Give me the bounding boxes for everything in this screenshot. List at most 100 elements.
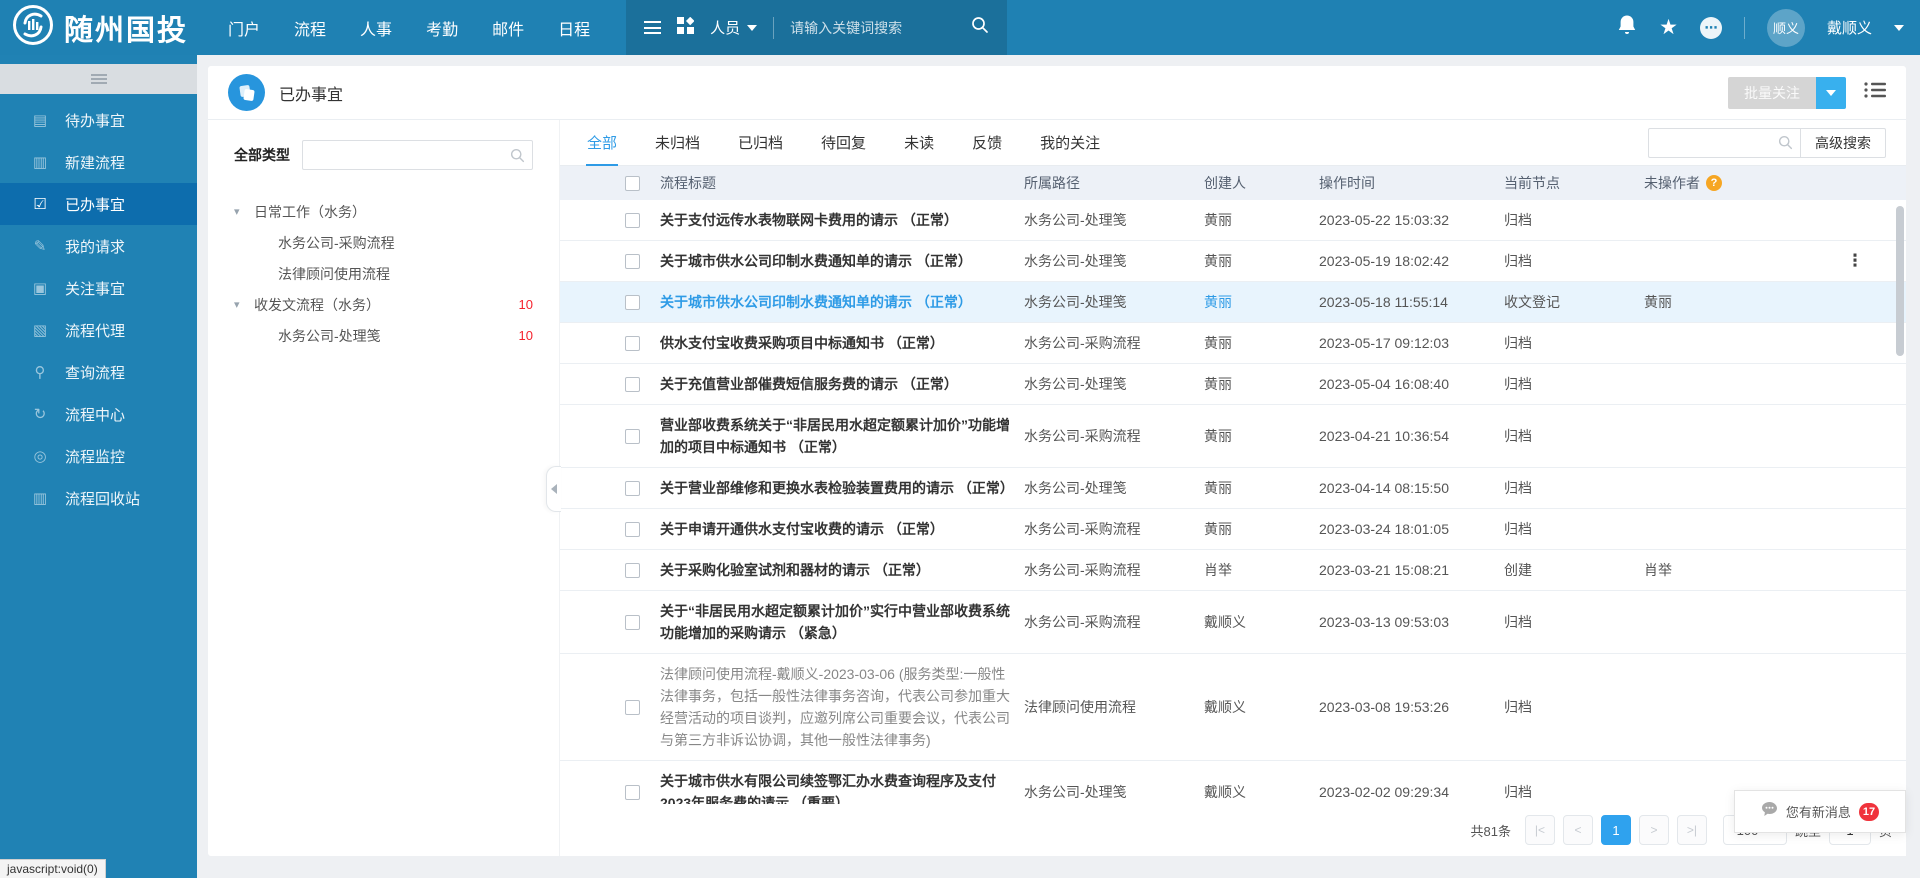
row-title[interactable]: 关于营业部维修和更换水表检验装置费用的请示 （正常） <box>660 477 1024 499</box>
row-title[interactable]: 关于申请开通供水支付宝收费的请示 （正常） <box>660 518 1024 540</box>
row-checkbox[interactable] <box>625 785 640 800</box>
type-filter-input[interactable] <box>303 148 510 163</box>
row-title[interactable]: 关于支付远传水表物联网卡费用的请示 （正常） <box>660 209 1024 231</box>
global-search-input[interactable] <box>790 20 955 36</box>
table-row[interactable]: 关于支付远传水表物联网卡费用的请示 （正常） 水务公司-处理笺 黄丽 2023-… <box>560 200 1906 241</box>
tree-caret-icon[interactable]: ▾ <box>234 298 254 311</box>
sidebar-item-new-workflow[interactable]: ▥新建流程 <box>0 141 197 183</box>
prev-page-button[interactable]: < <box>1563 815 1593 845</box>
tree-group-daily-work[interactable]: ▾ 日常工作（水务） <box>234 196 533 227</box>
search-scope-dropdown[interactable]: 人员 <box>710 17 757 38</box>
tab-my-follow[interactable]: 我的关注 <box>1039 120 1101 165</box>
sidebar-item-done[interactable]: ☑已办事宜 <box>0 183 197 225</box>
row-checkbox[interactable] <box>625 336 640 351</box>
row-checkbox[interactable] <box>625 429 640 444</box>
new-message-toast[interactable]: 您有新消息 17 <box>1734 790 1906 833</box>
sidebar-item-followed[interactable]: ▣关注事宜 <box>0 267 197 309</box>
help-question-icon[interactable]: ? <box>1706 175 1722 191</box>
table-row[interactable]: 关于申请开通供水支付宝收费的请示 （正常） 水务公司-采购流程 黄丽 2023-… <box>560 509 1906 550</box>
sidebar-item-workflow-recycle[interactable]: ▥流程回收站 <box>0 477 197 519</box>
table-row[interactable]: 关于“非居民用水超定额累计加价”实行中营业部收费系统功能增加的采购请示 （紧急）… <box>560 591 1906 654</box>
row-time: 2023-05-22 15:03:32 <box>1319 209 1504 231</box>
more-options-icon[interactable]: ⋯ <box>1700 17 1722 39</box>
table-row[interactable]: 关于城市供水公司印制水费通知单的请示 （正常） 水务公司-处理笺 黄丽 2023… <box>560 241 1906 282</box>
nav-workflow[interactable]: 流程 <box>294 16 326 40</box>
batch-follow-dropdown[interactable] <box>1816 77 1846 109</box>
list-view-icon[interactable] <box>1864 81 1886 104</box>
tab-archived[interactable]: 已归档 <box>737 120 784 165</box>
first-page-button[interactable]: |< <box>1525 815 1555 845</box>
list-search-input[interactable] <box>1649 135 1778 150</box>
avatar[interactable]: 顺义 <box>1767 9 1805 47</box>
tree-item-legal-counsel[interactable]: 法律顾问使用流程 <box>234 258 533 289</box>
tab-feedback[interactable]: 反馈 <box>971 120 1003 165</box>
row-time: 2023-05-19 18:02:42 <box>1319 250 1504 272</box>
scrollbar-thumb[interactable] <box>1896 206 1904 356</box>
table-row[interactable]: 供水支付宝收费采购项目中标通知书 （正常） 水务公司-采购流程 黄丽 2023-… <box>560 323 1906 364</box>
nav-hr[interactable]: 人事 <box>360 16 392 40</box>
page-1-button[interactable]: 1 <box>1601 815 1631 845</box>
table-row[interactable]: 关于营业部维修和更换水表检验装置费用的请示 （正常） 水务公司-处理笺 黄丽 2… <box>560 468 1906 509</box>
table-row[interactable]: 关于采购化验室试剂和器材的请示 （正常） 水务公司-采购流程 肖举 2023-0… <box>560 550 1906 591</box>
row-title[interactable]: 关于城市供水公司印制水费通知单的请示 （正常） <box>660 291 1024 313</box>
row-checkbox[interactable] <box>625 377 640 392</box>
sidebar-item-workflow-center[interactable]: ↻流程中心 <box>0 393 197 435</box>
search-icon[interactable] <box>971 16 989 39</box>
row-title[interactable]: 供水支付宝收费采购项目中标通知书 （正常） <box>660 332 1024 354</box>
favorites-star-icon[interactable]: ★ <box>1659 17 1678 38</box>
panel-collapse-handle[interactable] <box>546 466 561 512</box>
batch-follow-button[interactable]: 批量关注 <box>1728 77 1816 109</box>
row-title[interactable]: 法律顾问使用流程-戴顺义-2023-03-06 (服务类型:一般性法律事务，包括… <box>660 663 1024 751</box>
row-checkbox[interactable] <box>625 522 640 537</box>
sidebar-item-my-requests[interactable]: ✎我的请求 <box>0 225 197 267</box>
tab-unarchived[interactable]: 未归档 <box>654 120 701 165</box>
apps-grid-icon[interactable] <box>677 17 694 39</box>
row-node: 归档 <box>1504 696 1644 718</box>
followed-icon: ▣ <box>30 279 50 297</box>
sidebar-item-workflow-proxy[interactable]: ▧流程代理 <box>0 309 197 351</box>
tree-count-badge: 10 <box>519 328 533 343</box>
user-menu-chevron-icon[interactable] <box>1894 25 1904 31</box>
select-all-checkbox[interactable] <box>625 176 640 191</box>
tab-pending-reply[interactable]: 待回复 <box>820 120 867 165</box>
nav-attendance[interactable]: 考勤 <box>426 16 458 40</box>
table-row-selected[interactable]: 关于城市供水公司印制水费通知单的请示 （正常） 水务公司-处理笺 黄丽 2023… <box>560 282 1906 323</box>
tree-item-procurement[interactable]: 水务公司-采购流程 <box>234 227 533 258</box>
sidebar-item-todo[interactable]: ▤待办事宜 <box>0 99 197 141</box>
row-title[interactable]: 关于“非居民用水超定额累计加价”实行中营业部收费系统功能增加的采购请示 （紧急） <box>660 600 1024 644</box>
row-pending: 黄丽 <box>1644 291 1804 313</box>
sidebar-item-query-workflow[interactable]: ⚲查询流程 <box>0 351 197 393</box>
row-checkbox[interactable] <box>625 213 640 228</box>
table-row[interactable]: 法律顾问使用流程-戴顺义-2023-03-06 (服务类型:一般性法律事务，包括… <box>560 654 1906 761</box>
row-title[interactable]: 关于充值营业部催费短信服务费的请示 （正常） <box>660 373 1024 395</box>
table-row[interactable]: 营业部收费系统关于“非居民用水超定额累计加价”功能增加的项目中标通知书 （正常）… <box>560 405 1906 468</box>
next-page-button[interactable]: > <box>1639 815 1669 845</box>
tab-unread[interactable]: 未读 <box>903 120 935 165</box>
row-checkbox[interactable] <box>625 254 640 269</box>
row-checkbox[interactable] <box>625 481 640 496</box>
tab-all[interactable]: 全部 <box>586 120 618 165</box>
row-node: 收文登记 <box>1504 291 1644 313</box>
notification-bell-icon[interactable] <box>1617 14 1637 41</box>
row-title[interactable]: 营业部收费系统关于“非居民用水超定额累计加价”功能增加的项目中标通知书 （正常） <box>660 414 1024 458</box>
advanced-search-button[interactable]: 高级搜索 <box>1800 128 1886 158</box>
nav-schedule[interactable]: 日程 <box>558 16 590 40</box>
sidebar-collapse-button[interactable] <box>0 64 197 94</box>
sidebar-item-workflow-monitor[interactable]: ◎流程监控 <box>0 435 197 477</box>
row-title[interactable]: 关于城市供水公司印制水费通知单的请示 （正常） <box>660 250 1024 272</box>
nav-mail[interactable]: 邮件 <box>492 16 524 40</box>
last-page-button[interactable]: >| <box>1677 815 1707 845</box>
tree-caret-icon[interactable]: ▾ <box>234 205 254 218</box>
tree-item-process-note[interactable]: 水务公司-处理笺10 <box>234 320 533 351</box>
table-row[interactable]: 关于充值营业部催费短信服务费的请示 （正常） 水务公司-处理笺 黄丽 2023-… <box>560 364 1906 405</box>
row-checkbox[interactable] <box>625 615 640 630</box>
menu-icon[interactable] <box>644 21 661 34</box>
row-checkbox[interactable] <box>625 563 640 578</box>
row-menu-icon[interactable]: ⋮ <box>1847 251 1864 270</box>
user-name[interactable]: 戴顺义 <box>1827 17 1872 38</box>
tree-group-doc-flow[interactable]: ▾ 收发文流程（水务）10 <box>234 289 533 320</box>
row-checkbox[interactable] <box>625 295 640 310</box>
nav-portal[interactable]: 门户 <box>228 16 260 40</box>
row-checkbox[interactable] <box>625 700 640 715</box>
row-title[interactable]: 关于采购化验室试剂和器材的请示 （正常） <box>660 559 1024 581</box>
